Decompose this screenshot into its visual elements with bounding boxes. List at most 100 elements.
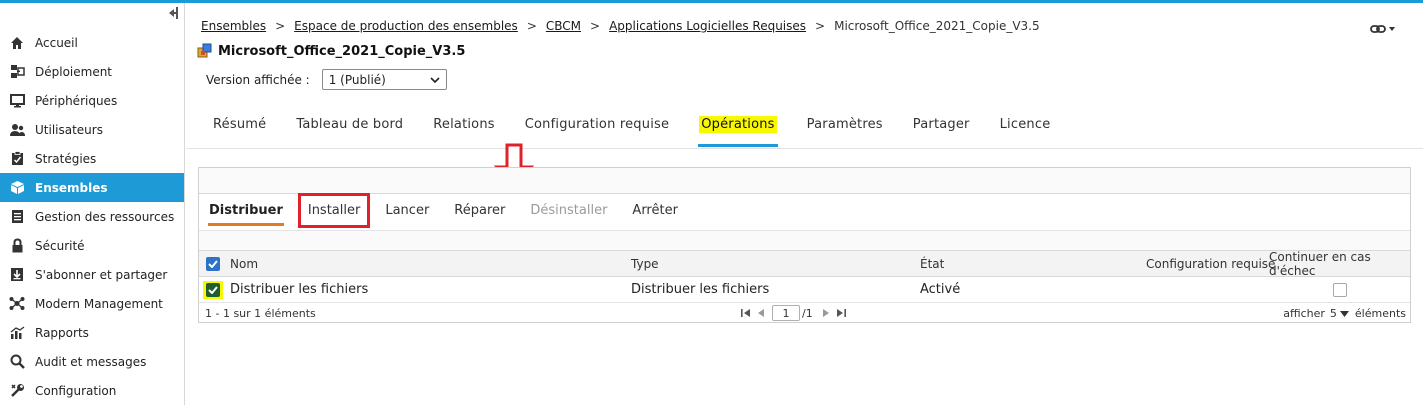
sidebar-item-label: Rapports [35, 325, 89, 340]
lock-icon [9, 238, 25, 254]
subtab-distribuer[interactable]: Distribuer [208, 203, 284, 226]
next-page-icon[interactable] [821, 308, 831, 318]
version-select-value: 1 (Publié) [328, 72, 386, 87]
first-page-icon[interactable] [740, 308, 752, 318]
cell-state: Activé [920, 282, 961, 297]
version-select[interactable]: 1 (Publié) [321, 69, 447, 90]
chevron-down-icon[interactable] [1339, 310, 1349, 317]
sidebar-item-gestion-ressources[interactable]: Gestion des ressources [0, 202, 184, 231]
version-label: Version affichée : [206, 72, 310, 87]
breadcrumb-link-cbcm[interactable]: CBCM [546, 19, 581, 33]
prev-page-icon[interactable] [756, 308, 766, 318]
tab-relations[interactable]: Relations [433, 117, 495, 147]
sidebar-item-abonner[interactable]: S'abonner et partager [0, 260, 184, 289]
breadcrumb-current: Microsoft_Office_2021_Copie_V3.5 [834, 19, 1040, 33]
grid-toolbar [199, 230, 1410, 250]
select-all-checkbox[interactable] [206, 256, 220, 271]
chevron-down-icon [430, 76, 440, 83]
breadcrumb-separator: > [590, 19, 601, 33]
operations-panel: Distribuer Installer Lancer Réparer Dési… [198, 167, 1411, 323]
tab-bar: Résumé Tableau de bord Relations Configu… [213, 116, 1080, 147]
download-icon [9, 267, 25, 283]
sidebar-item-label: S'abonner et partager [35, 267, 168, 282]
page-size-select[interactable]: 5 [1330, 307, 1337, 320]
sidebar-item-accueil[interactable]: Accueil [0, 28, 184, 57]
sidebar-item-label: Accueil [35, 35, 78, 50]
tab-operations[interactable]: Opérations [698, 116, 779, 147]
tab-parametres[interactable]: Paramètres [807, 117, 883, 147]
subtab-reparer[interactable]: Réparer [454, 203, 505, 218]
row-checkbox-cell [203, 277, 223, 302]
breadcrumb-separator: > [526, 19, 537, 33]
breadcrumb-separator: > [815, 19, 826, 33]
tab-resume[interactable]: Résumé [213, 117, 266, 147]
magnifier-icon [9, 354, 25, 370]
subtab-desinstaller: Désinstaller [530, 203, 608, 218]
table-row[interactable]: Distribuer les fichiers Distribuer les f… [199, 277, 1410, 303]
sidebar-item-label: Ensembles [35, 180, 108, 195]
link-options-icon[interactable] [1370, 23, 1400, 35]
select-all-checkbox-cell [206, 251, 220, 276]
row-checkbox[interactable] [206, 282, 220, 297]
page-number-input[interactable]: 1 [772, 305, 800, 321]
sidebar-item-label: Modern Management [35, 296, 163, 311]
sidebar-item-rapports[interactable]: Rapports [0, 318, 184, 347]
subtab-installer[interactable]: Installer [297, 193, 371, 228]
tab-partager[interactable]: Partager [913, 117, 970, 147]
continue-on-failure-checkbox[interactable] [1333, 282, 1347, 297]
sidebar-item-label: Sécurité [35, 238, 85, 253]
tab-licence[interactable]: Licence [1000, 117, 1051, 147]
column-header-continue[interactable]: Continuer en cas d'échec [1269, 250, 1410, 278]
sidebar-item-label: Configuration [35, 383, 117, 398]
chart-icon [9, 325, 25, 341]
sidebar-item-label: Déploiement [35, 64, 113, 79]
pager-summary: 1 - 1 sur 1 éléments [205, 307, 316, 320]
breadcrumb-link-applications[interactable]: Applications Logicielles Requises [609, 19, 806, 33]
sidebar-item-label: Stratégies [35, 151, 97, 166]
breadcrumb-separator: > [275, 19, 286, 33]
subtab-lancer[interactable]: Lancer [385, 203, 429, 218]
sidebar-item-strategies[interactable]: Stratégies [0, 144, 184, 173]
sidebar-item-label: Audit et messages [35, 354, 147, 369]
breadcrumb-link-espace-production[interactable]: Espace de production des ensembles [294, 19, 518, 33]
sidebar-item-peripheriques[interactable]: Périphériques [0, 86, 184, 115]
page-title-row: Microsoft_Office_2021_Copie_V3.5 [197, 43, 465, 59]
main-content: Ensembles > Espace de production des ens… [186, 3, 1423, 405]
cell-name: Distribuer les fichiers [230, 282, 369, 297]
sidebar-item-deploiement[interactable]: Déploiement [0, 57, 184, 86]
deploy-icon [9, 64, 25, 80]
show-label: afficher [1283, 307, 1325, 320]
page-size-control: afficher 5 éléments [1283, 307, 1406, 320]
check-icon [208, 285, 218, 294]
sidebar-item-securite[interactable]: Sécurité [0, 231, 184, 260]
sidebar-item-ensembles[interactable]: Ensembles [0, 173, 184, 202]
sidebar-item-modern-management[interactable]: Modern Management [0, 289, 184, 318]
column-header-config[interactable]: Configuration requise [1146, 251, 1275, 276]
grid-header-row: Nom Type État Configuration requise Cont… [199, 250, 1410, 278]
sidebar-item-utilisateurs[interactable]: Utilisateurs [0, 115, 184, 144]
continue-on-failure-cell [1333, 277, 1347, 302]
check-icon [208, 259, 218, 268]
tab-tableau-de-bord[interactable]: Tableau de bord [296, 117, 403, 147]
package-icon [197, 43, 212, 58]
collapse-sidebar-icon[interactable] [166, 6, 180, 20]
column-header-state[interactable]: État [920, 251, 944, 276]
operation-subtab-bar: Distribuer Installer Lancer Réparer Dési… [208, 193, 703, 228]
last-page-icon[interactable] [835, 308, 847, 318]
sidebar-item-label: Gestion des ressources [35, 209, 175, 224]
breadcrumb-link-ensembles[interactable]: Ensembles [201, 19, 266, 33]
column-header-name[interactable]: Nom [230, 251, 258, 276]
sidebar-item-configuration[interactable]: Configuration [0, 376, 184, 405]
sidebar-item-label: Périphériques [35, 93, 118, 108]
panel-header-strip [199, 168, 1410, 194]
column-header-type[interactable]: Type [631, 251, 659, 276]
users-icon [9, 122, 25, 138]
subtab-arreter[interactable]: Arrêter [632, 203, 678, 218]
tab-configuration-requise[interactable]: Configuration requise [525, 117, 669, 147]
sidebar-item-audit[interactable]: Audit et messages [0, 347, 184, 376]
pager: 1 - 1 sur 1 éléments 1 /1 afficher 5 élé… [199, 303, 1410, 323]
pager-controls: 1 /1 [740, 305, 847, 321]
network-icon [9, 296, 25, 312]
row-checkbox-highlight [203, 280, 223, 299]
sidebar: Accueil Déploiement Périphériques Utilis… [0, 3, 185, 405]
